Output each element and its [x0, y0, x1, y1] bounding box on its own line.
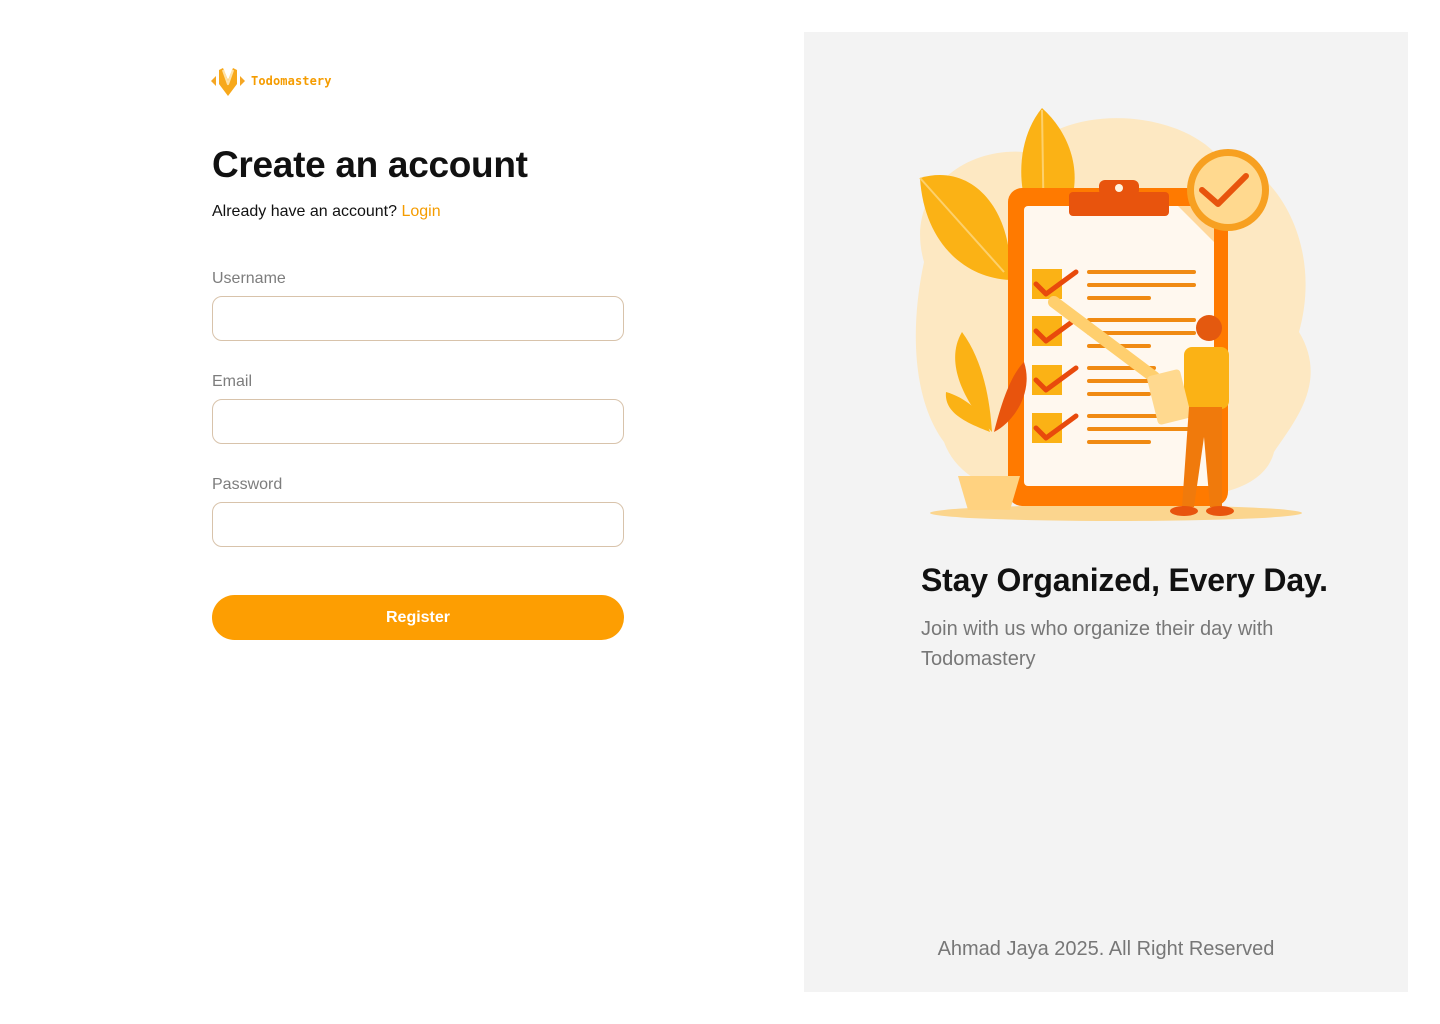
username-input[interactable] — [212, 296, 624, 341]
email-input[interactable] — [212, 399, 624, 444]
page-title: Create an account — [212, 144, 528, 185]
login-prompt-text: Already have an account? — [212, 203, 398, 220]
side-panel: Stay Organized, Every Day. Join with us … — [804, 32, 1408, 992]
copyright-footer: Ahmad Jaya 2025. All Right Reserved — [937, 938, 1275, 960]
panel-tagline: Stay Organized, Every Day. — [921, 562, 1328, 598]
register-page: Todomastery Create an account Already ha… — [0, 0, 1440, 1024]
register-button[interactable]: Register — [212, 595, 624, 640]
brand-name: Todomastery — [251, 74, 332, 88]
brand[interactable]: Todomastery — [210, 64, 332, 98]
password-input[interactable] — [212, 502, 624, 547]
login-link[interactable]: Login — [401, 203, 440, 220]
todomastery-logo-icon — [211, 68, 245, 96]
checklist-illustration-icon — [915, 108, 1311, 521]
password-label: Password — [212, 476, 283, 493]
email-label: Email — [212, 373, 253, 390]
panel-subtext: Join with us who organize their day with… — [921, 618, 1274, 670]
login-prompt: Already have an account? Login — [212, 203, 441, 221]
username-label: Username — [212, 270, 286, 287]
